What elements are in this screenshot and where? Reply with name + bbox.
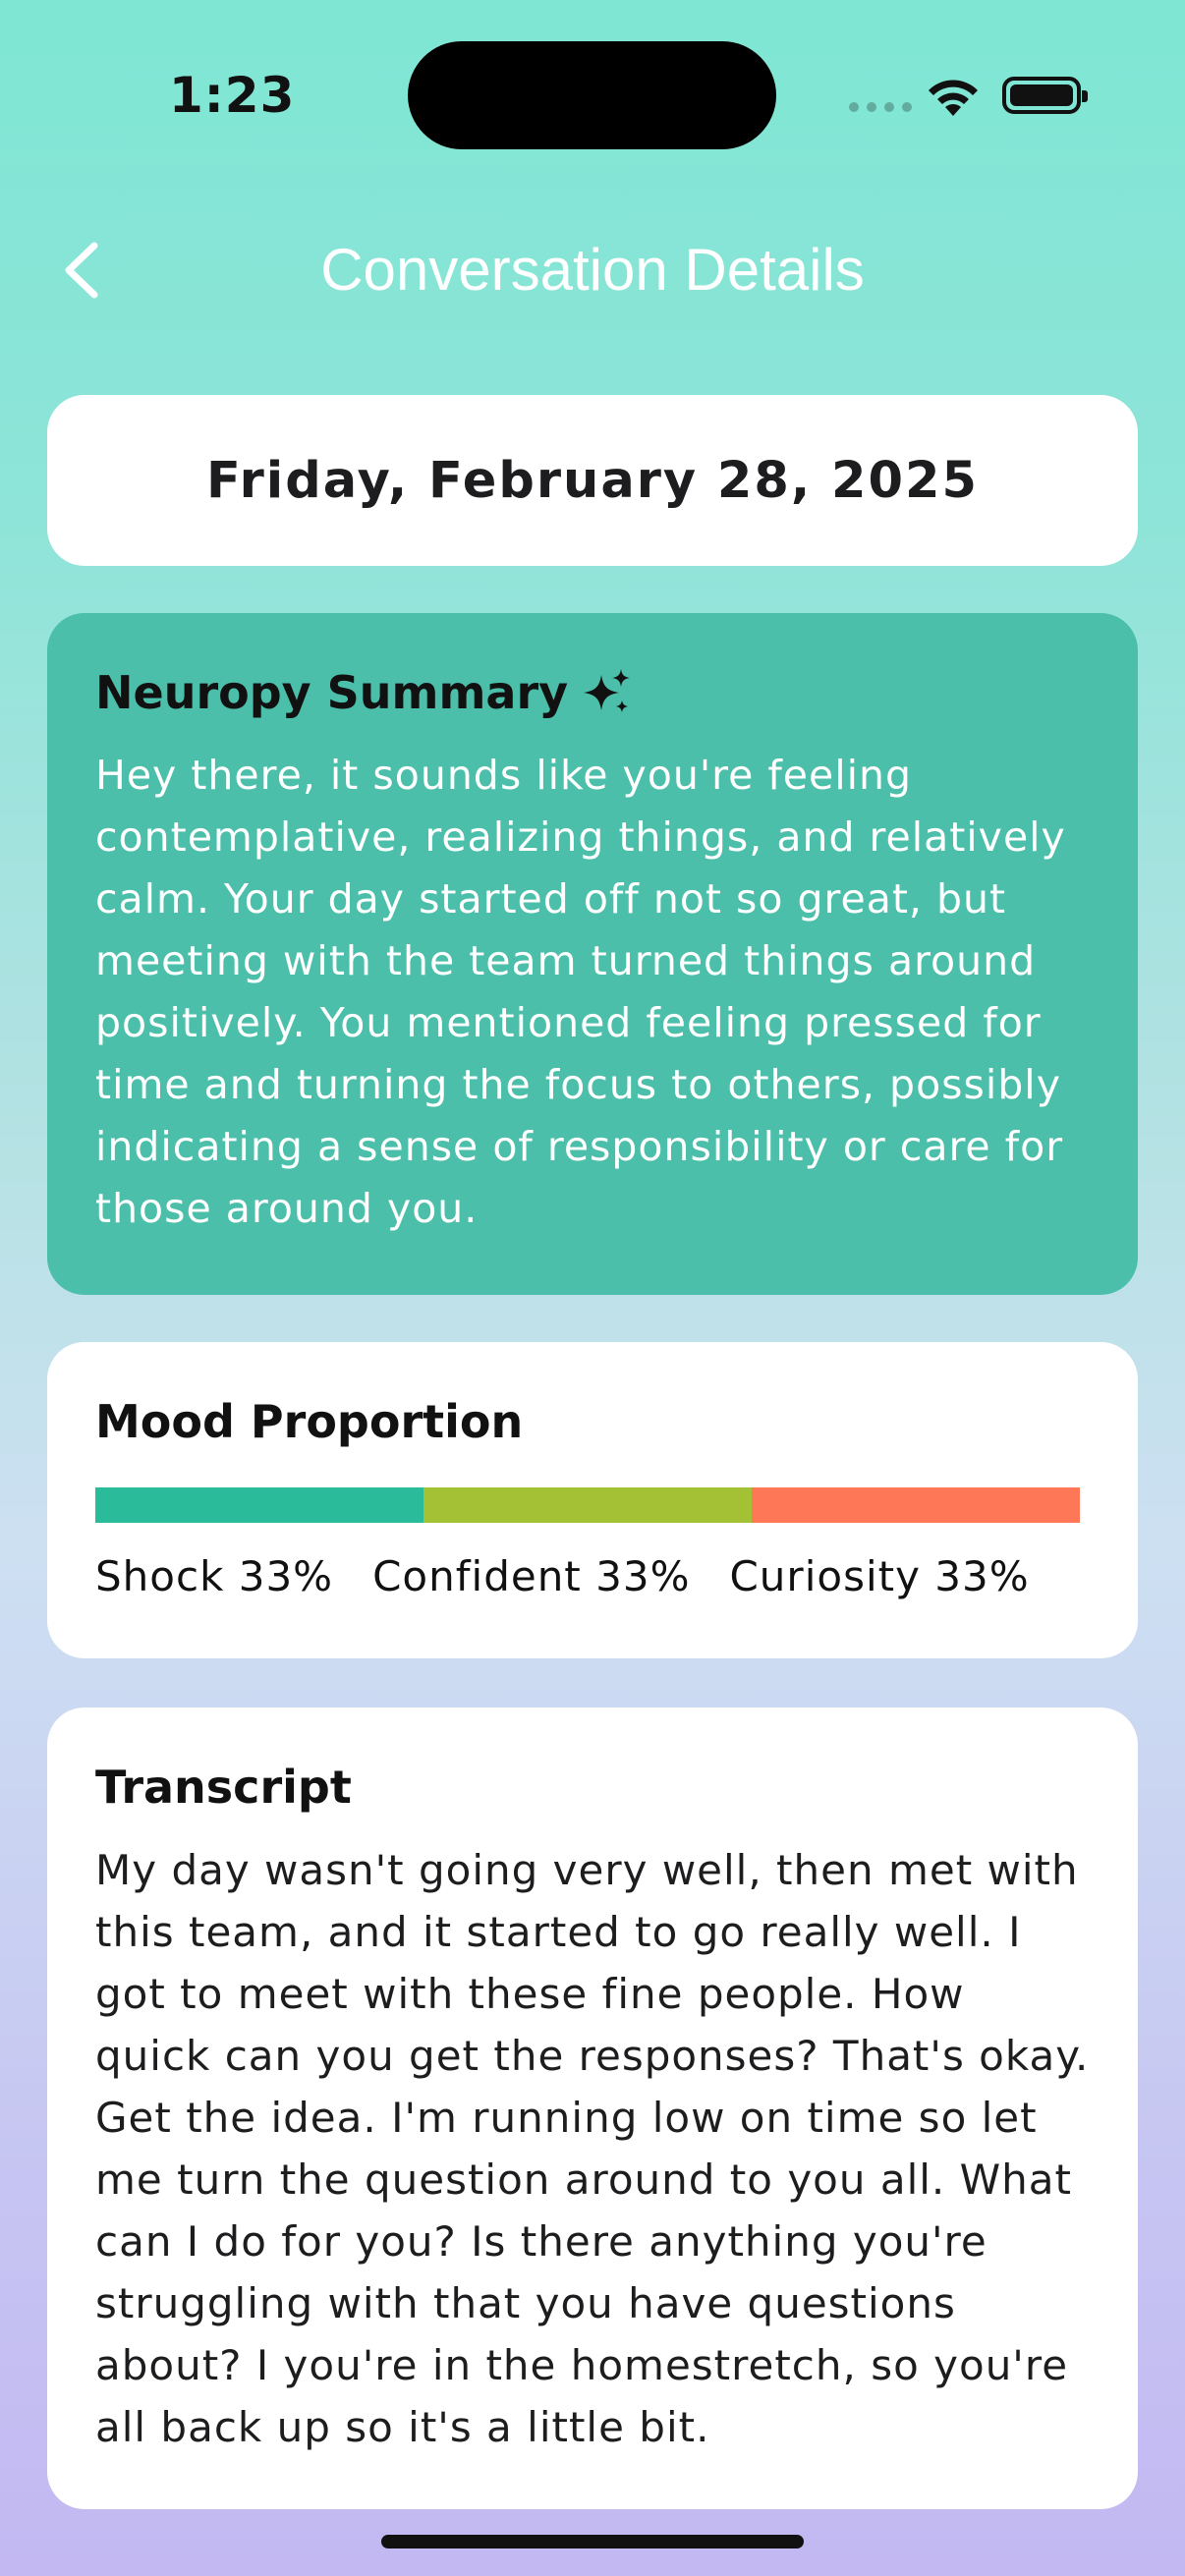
mood-label-shock: Shock 33%	[95, 1552, 334, 1600]
mood-legend: Shock 33% Confident 33% Curiosity 33%	[95, 1552, 1091, 1600]
mood-proportion-bar	[95, 1487, 1090, 1523]
date-card: Friday, February 28, 2025	[47, 395, 1138, 566]
home-indicator[interactable]	[381, 2535, 804, 2548]
summary-heading-row: Neuropy Summary	[95, 666, 1091, 719]
status-time: 1:23	[169, 67, 296, 124]
mood-heading: Mood Proportion	[95, 1395, 524, 1448]
conversation-date: Friday, February 28, 2025	[206, 451, 979, 510]
page-title: Conversation Details	[320, 237, 865, 303]
sparkles-icon	[584, 669, 631, 712]
transcript-card: Transcript My day wasn't going very well…	[47, 1708, 1138, 2509]
wifi-icon	[929, 80, 978, 116]
mood-segment-shock	[95, 1487, 423, 1523]
transcript-text: My day wasn't going very well, then met …	[95, 1846, 1090, 2451]
mood-card: Mood Proportion Shock 33% Confident 33% …	[47, 1342, 1138, 1658]
summary-card: Neuropy Summary Hey there, it sounds lik…	[47, 613, 1138, 1295]
summary-heading: Neuropy Summary	[95, 666, 569, 719]
navigation-bar: Conversation Details	[0, 216, 1185, 314]
mood-segment-confident	[423, 1487, 752, 1523]
mood-label-curiosity: Curiosity 33%	[729, 1552, 1030, 1600]
status-bar: 1:23	[0, 0, 1185, 196]
cellular-signal-icon	[849, 102, 912, 112]
mood-label-confident: Confident 33%	[372, 1552, 691, 1600]
dynamic-island	[408, 41, 776, 149]
battery-icon	[1002, 77, 1088, 114]
summary-text: Hey there, it sounds like you're feeling…	[95, 752, 1066, 1232]
mood-segment-curiosity	[751, 1487, 1080, 1523]
transcript-heading: Transcript	[95, 1761, 352, 1814]
